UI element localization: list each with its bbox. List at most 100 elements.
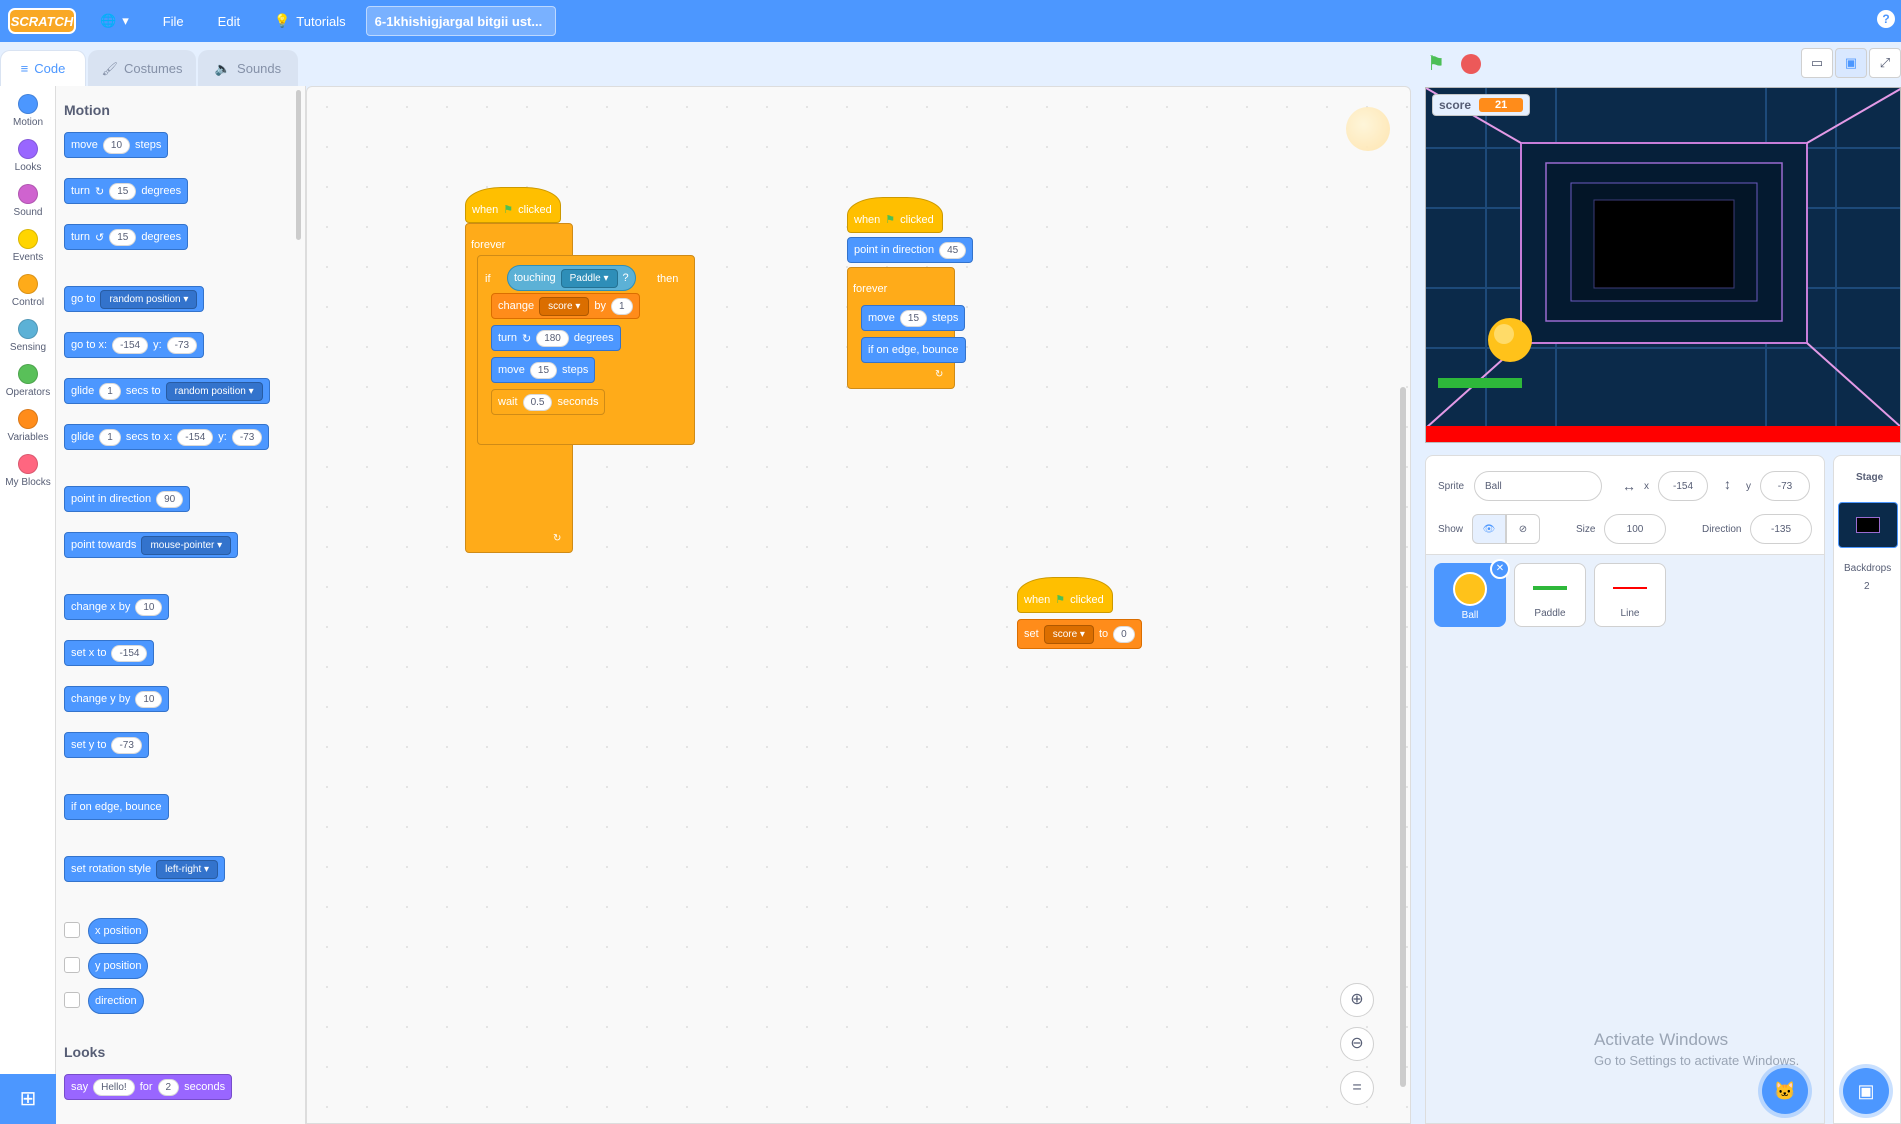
block-number-input[interactable]: -154 [111,644,148,662]
help-icon[interactable]: ? [1877,10,1895,28]
tutorials-button[interactable]: 💡 Tutorials [264,0,356,42]
block-dropdown[interactable]: random position ▾ [165,381,263,401]
large-stage-button[interactable]: ▣ [1835,48,1867,78]
block-dropdown[interactable]: score ▾ [1043,624,1094,644]
stage-selector[interactable]: Stage Backdrops 2 [1833,455,1901,1124]
block-rotation-style[interactable]: set rotation style left-right ▾ [64,856,226,882]
tab-costumes[interactable]: 🖌 Costumes [88,50,196,86]
block-number-input[interactable]: 1 [99,382,121,400]
block-dropdown[interactable]: Paddle ▾ [560,268,618,288]
small-stage-button[interactable]: ▭ [1801,48,1833,78]
category-looks[interactable]: Looks [0,139,56,173]
block-dropdown[interactable]: left-right ▾ [156,859,219,879]
category-control[interactable]: Control [0,274,56,308]
block-number-input[interactable]: 10 [135,598,163,616]
sprite-name-input[interactable]: Ball [1474,471,1602,501]
block-number-input[interactable]: -154 [112,336,149,354]
block-number-input[interactable]: 1 [99,428,121,446]
block-turn-right[interactable]: turn ↻ 15 degrees [64,178,189,204]
edit-menu[interactable]: Edit [208,0,250,42]
turn-block[interactable]: turn ↻ 180 degrees [491,325,621,351]
scratch-logo[interactable]: SCRATCH [8,8,76,34]
tab-sounds[interactable]: 🔈 Sounds [198,50,298,86]
block-number-input[interactable]: 45 [939,241,967,259]
block-number-input[interactable]: 15 [899,309,928,327]
block-number-input[interactable]: 90 [156,490,184,508]
reporter-x-position[interactable]: x position [88,918,149,944]
language-menu[interactable]: 🌐 ▾ [90,0,139,42]
fullscreen-button[interactable]: ⤢ [1869,48,1901,78]
block-glide-to-xy[interactable]: glide 1 secs to x: -154 y: -73 [64,424,270,450]
point-in-direction-block[interactable]: point in direction 45 [847,237,974,263]
block-number-input[interactable]: 0 [1113,625,1135,643]
block-change-x[interactable]: change x by 10 [64,594,170,620]
when-flag-clicked-hat[interactable]: when ⚑ clicked [465,187,561,223]
block-dropdown[interactable]: score ▾ [539,296,590,316]
show-hidden-button[interactable]: ⊘ [1506,514,1540,544]
sprite-card-paddle[interactable]: Paddle [1514,563,1586,627]
block-number-input[interactable]: 15 [109,182,137,200]
zoom-in-button[interactable]: ⊕ [1340,983,1374,1017]
block-go-to-xy[interactable]: go to x: -154 y: -73 [64,332,205,358]
block-point-direction[interactable]: point in direction 90 [64,486,191,512]
block-go-to[interactable]: go to random position ▾ [64,286,205,312]
reporter-direction[interactable]: direction [88,988,144,1014]
block-move-steps[interactable]: move 10 steps [64,132,169,158]
category-sensing[interactable]: Sensing [0,319,56,353]
category-sound[interactable]: Sound [0,184,56,218]
choose-sprite-button[interactable]: 🐱 [1762,1068,1808,1114]
zoom-out-button[interactable]: ⊖ [1340,1027,1374,1061]
block-number-input[interactable]: 15 [109,228,137,246]
sprite-card-ball[interactable]: Ball ✕ [1434,559,1510,627]
block-number-input[interactable]: 15 [529,361,558,379]
when-flag-clicked-hat[interactable]: when ⚑ clicked [1017,577,1113,613]
when-flag-clicked-hat[interactable]: when ⚑ clicked [847,197,943,233]
block-number-input[interactable]: -73 [166,336,198,354]
block-number-input[interactable]: -154 [177,428,214,446]
category-operators[interactable]: Operators [0,364,56,398]
tab-code[interactable]: ≡ Code [0,50,86,86]
add-extension-button[interactable]: ⊞ [0,1074,56,1124]
block-turn-left[interactable]: turn ↺ 15 degrees [64,224,189,250]
change-score-block[interactable]: change score ▾ by 1 [491,293,640,319]
block-number-input[interactable]: -73 [111,736,142,754]
block-point-towards[interactable]: point towards mouse-pointer ▾ [64,532,239,558]
block-glide-to[interactable]: glide 1 secs to random position ▾ [64,378,270,404]
move-block[interactable]: move 15 steps [861,305,966,331]
green-flag-button[interactable]: ⚑ [1427,52,1451,76]
block-number-input[interactable]: 2 [157,1078,180,1096]
category-motion[interactable]: Motion [0,94,56,128]
project-title-input[interactable]: 6-1khishigjargal bitgii ust... [365,6,556,36]
touching-sensing-block[interactable]: touching Paddle ▾? [507,265,636,291]
wait-block[interactable]: wait 0.5 seconds [491,389,606,415]
code-workspace[interactable]: when ⚑ clicked forever if touching Paddle ▾… [306,86,1411,1124]
block-dropdown[interactable]: random position ▾ [100,289,198,309]
workspace-scrollbar[interactable] [1400,387,1406,1087]
file-menu[interactable]: File [153,0,194,42]
y-position-checkbox[interactable] [64,957,80,973]
y-input[interactable]: -73 [1760,471,1810,501]
x-position-checkbox[interactable] [64,922,80,938]
block-number-input[interactable]: 0.5 [522,393,553,411]
choose-backdrop-button[interactable]: ▣ [1843,1068,1889,1114]
block-set-x[interactable]: set x to -154 [64,640,155,666]
palette-scrollbar[interactable] [296,90,301,240]
block-edge-bounce[interactable]: if on edge, bounce [64,794,169,820]
reporter-y-position[interactable]: y position [88,953,149,979]
block-number-input[interactable]: 1 [610,297,633,315]
block-text-input[interactable]: Hello! [93,1078,135,1096]
edge-bounce-block[interactable]: if on edge, bounce [861,337,966,363]
category-my-blocks[interactable]: My Blocks [0,454,56,488]
set-score-block[interactable]: set score ▾ to 0 [1017,619,1142,649]
block-number-input[interactable]: -73 [231,428,263,446]
block-change-y[interactable]: change y by 10 [64,686,170,712]
direction-input[interactable]: -135 [1750,514,1812,544]
sprite-card-line[interactable]: Line [1594,563,1666,627]
x-input[interactable]: -154 [1658,471,1708,501]
block-dropdown[interactable]: mouse-pointer ▾ [141,535,232,555]
size-input[interactable]: 100 [1604,514,1666,544]
move-block[interactable]: move 15 steps [491,357,596,383]
stage-canvas[interactable]: score 21 [1425,87,1901,443]
stop-button[interactable] [1461,54,1481,74]
block-number-input[interactable]: 10 [102,136,131,154]
